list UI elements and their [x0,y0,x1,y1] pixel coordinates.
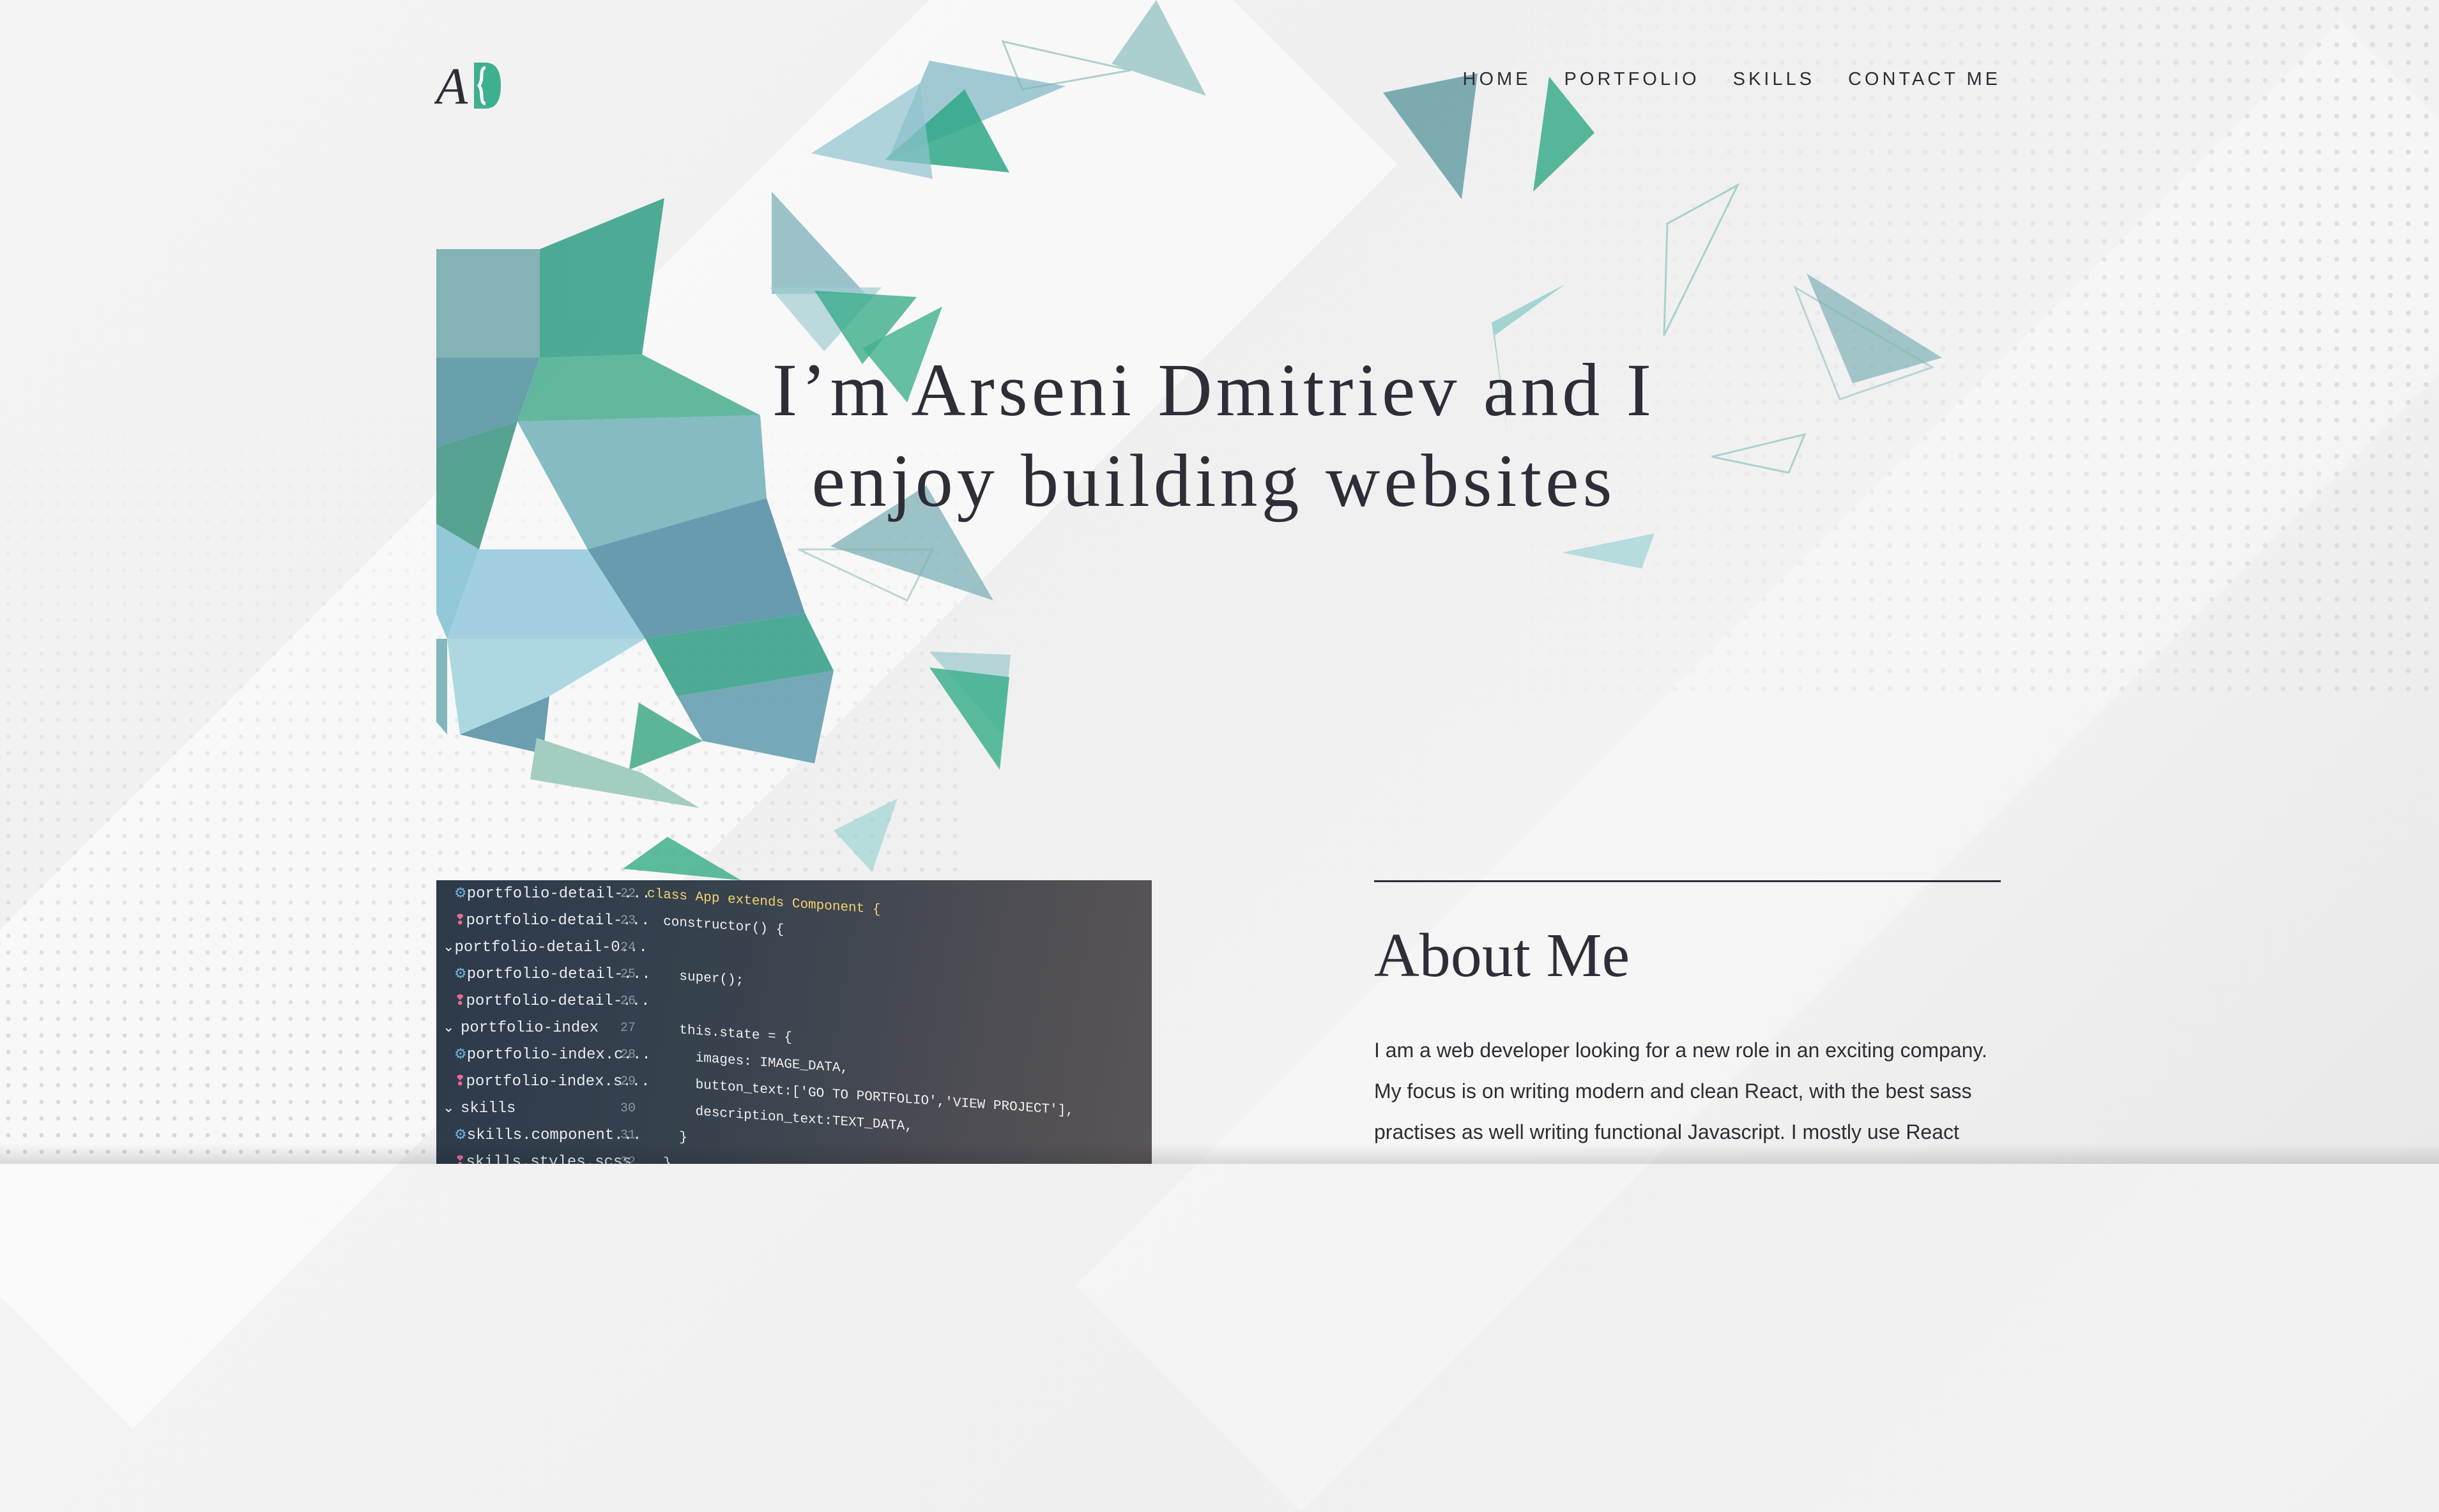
geometric-shards-decoration [436,0,1942,880]
file-tree-label: skills [461,1099,516,1117]
sass-icon: ❢ [454,1074,466,1090]
about-paragraph-line: My focus is on writing modern and clean … [1374,1080,1972,1103]
gear-icon: ⚙ [454,886,467,902]
file-tree-item: ⌄ skills [443,1095,609,1122]
sass-icon: ❢ [454,913,466,929]
gear-icon: ⚙ [454,1127,467,1143]
chevron-down-icon: ⌄ [443,940,455,956]
file-tree-label: portfolio-index [461,1019,599,1037]
hero-title-line-2: enjoy building websites [811,439,1616,523]
shard [1562,533,1655,569]
bottom-shadow [0,1143,2439,1164]
line-number: 27 [620,1020,636,1035]
line-number: 22 [620,886,636,901]
line-number: 29 [620,1074,636,1089]
line-number: 24 [620,940,636,955]
about-paragraph-line: I am a web developer looking for a new r… [1374,1039,1987,1062]
file-tree-item: ⚙ portfolio-index.c... [443,1041,651,1068]
about-divider [1374,880,2001,882]
code-editor-image: ⚙ portfolio-detail-... ❢ portfolio-detail-.… [436,880,1152,1164]
about-paragraph: I am a web developer looking for a new r… [1374,1030,2013,1152]
file-tree-item: ⚙ portfolio-detail-... [443,961,651,988]
svg-text:A: A [434,59,468,112]
main-navigation: HOME PORTFOLIO SKILLS CONTACT ME [1463,69,2001,90]
line-number: 26 [620,993,636,1009]
file-tree: ⚙ portfolio-detail-... ❢ portfolio-detail-.… [443,880,651,1165]
chevron-down-icon: ⌄ [443,1101,455,1117]
file-tree-item: ⌄ portfolio-index [443,1014,609,1041]
file-tree-item: ❢ portfolio-detail-... [443,907,650,934]
file-tree-item: ⌄ portfolio-detail-0... [443,934,648,961]
shard [834,798,898,872]
nav-item-contact-me[interactable]: CONTACT ME [1848,69,2001,90]
line-number: 28 [620,1047,636,1062]
about-paragraph-line: practises as well writing functional Jav… [1374,1120,1959,1143]
shard [929,668,1009,770]
sass-icon: ❢ [454,993,466,1009]
line-number: 30 [620,1101,636,1116]
nav-item-home[interactable]: HOME [1463,69,1531,90]
nav-item-skills[interactable]: SKILLS [1733,69,1815,90]
file-tree-item: ⚙ portfolio-detail-... [443,880,651,907]
line-number-gutter: 222324252627282930313233343536 [604,880,636,1165]
shard [623,837,741,880]
line-number: 25 [620,966,636,982]
shard [811,83,933,179]
code-text: class App extends Component { constructo… [647,880,1133,1165]
shard [1533,77,1594,192]
ad-monogram-logo[interactable]: A [434,59,510,112]
gear-icon: ⚙ [454,966,467,982]
shard-outline [1663,183,1740,336]
shard [1112,0,1206,96]
hero-title-line-1: I’m Arseni Dmitriev and I [772,348,1656,432]
shard [1383,73,1478,199]
chevron-down-icon: ⌄ [443,1020,455,1036]
shard [772,192,866,294]
file-tree-item: ❢ portfolio-detail-... [443,988,650,1014]
nav-item-portfolio[interactable]: PORTFOLIO [1564,69,1700,90]
file-tree-item: ❢ portfolio-index.s... [443,1068,650,1095]
line-number: 23 [620,913,636,928]
gear-icon: ⚙ [454,1047,467,1063]
about-title: About Me [1374,921,1630,990]
hero-title: I’m Arseni Dmitriev and I enjoy building… [639,345,1789,526]
